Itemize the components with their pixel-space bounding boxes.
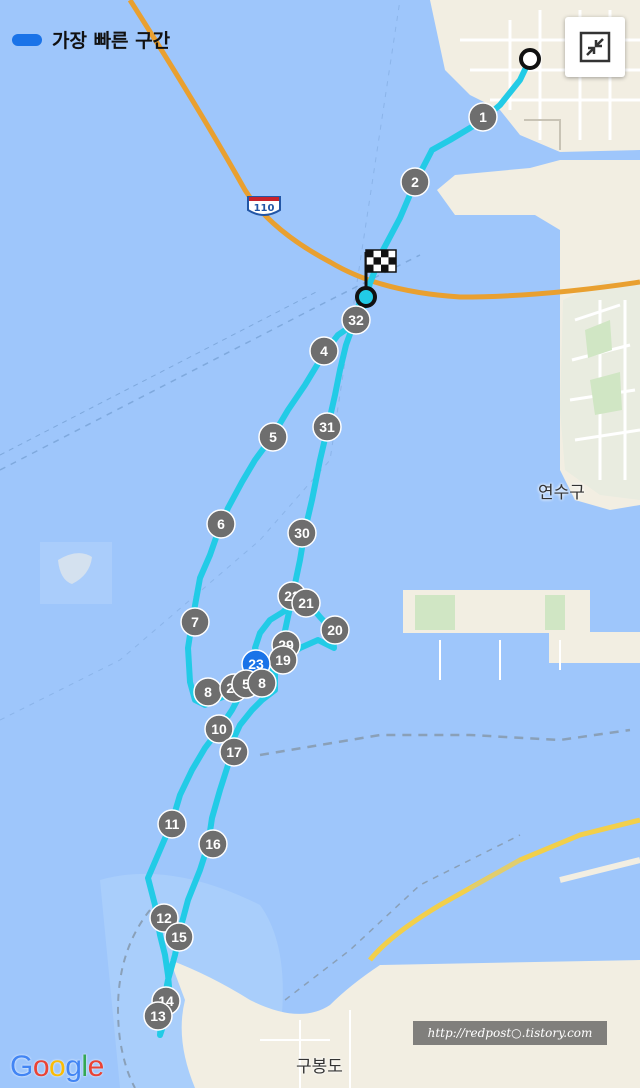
route-marker-4[interactable]: 4 <box>309 336 339 366</box>
route-marker-label: 4 <box>320 343 328 359</box>
route-marker-label: 17 <box>226 744 242 760</box>
route-marker-2[interactable]: 2 <box>400 167 430 197</box>
route-marker-6[interactable]: 6 <box>206 509 236 539</box>
route-marker-19[interactable]: 19 <box>268 645 298 675</box>
route-marker-31[interactable]: 31 <box>312 412 342 442</box>
route-marker-1[interactable]: 1 <box>468 102 498 132</box>
route-legend: 가장 빠른 구간 <box>12 26 170 53</box>
route-marker-label: 2 <box>411 174 419 190</box>
route-marker-label: 8 <box>258 675 266 691</box>
route-marker-label: 12 <box>156 910 172 926</box>
route-marker-label: 13 <box>150 1008 166 1024</box>
google-logo: Google <box>10 1050 104 1083</box>
route-marker-21[interactable]: 21 <box>291 588 321 618</box>
collapse-arrows-icon <box>579 31 611 63</box>
route-marker-label: 1 <box>479 109 487 125</box>
route-marker-label: 16 <box>205 836 221 852</box>
route-marker-label: 6 <box>217 516 225 532</box>
route-marker-16[interactable]: 16 <box>198 829 228 859</box>
highway-shield-icon: 110 <box>247 196 281 216</box>
legend-label: 가장 빠른 구간 <box>52 30 171 52</box>
route-marker-8[interactable]: 8 <box>193 677 223 707</box>
place-label-gubongdo: 구봉도 <box>296 1057 343 1077</box>
route-marker-13[interactable]: 13 <box>143 1001 173 1031</box>
route-marker-label: 11 <box>165 816 180 832</box>
collapse-map-button[interactable] <box>565 17 625 77</box>
route-marker-7[interactable]: 7 <box>180 607 210 637</box>
map-base: 110 123243156307222120291923825581017111… <box>0 0 640 1088</box>
route-marker-5[interactable]: 5 <box>258 422 288 452</box>
route-marker-17[interactable]: 17 <box>219 737 249 767</box>
route-marker-label: 30 <box>294 525 310 541</box>
route-marker-label: 10 <box>211 721 227 737</box>
route-marker-20[interactable]: 20 <box>320 615 350 645</box>
start-point <box>519 48 541 70</box>
map-view[interactable]: 110 123243156307222120291923825581017111… <box>0 0 640 1088</box>
watermark: http://redpost○.tistory.com <box>413 1021 607 1045</box>
finish-point <box>355 286 377 308</box>
route-marker-label: 7 <box>191 614 199 630</box>
route-marker-label: 20 <box>327 622 343 638</box>
route-marker-label: 5 <box>269 429 277 445</box>
route-marker-label: 31 <box>319 419 335 435</box>
route-marker-label: 8 <box>204 684 212 700</box>
route-marker-label: 19 <box>275 652 291 668</box>
place-label-yeonsu: 연수구 <box>538 483 585 503</box>
route-marker-8[interactable]: 8 <box>247 668 277 698</box>
route-marker-label: 15 <box>171 929 187 945</box>
route-marker-label: 21 <box>298 595 314 611</box>
svg-text:110: 110 <box>254 203 275 214</box>
route-marker-15[interactable]: 15 <box>164 922 194 952</box>
route-marker-11[interactable]: 11 <box>157 809 187 839</box>
route-marker-32[interactable]: 32 <box>341 305 371 335</box>
route-marker-30[interactable]: 30 <box>287 518 317 548</box>
legend-swatch <box>12 33 42 46</box>
route-marker-label: 32 <box>348 312 364 328</box>
